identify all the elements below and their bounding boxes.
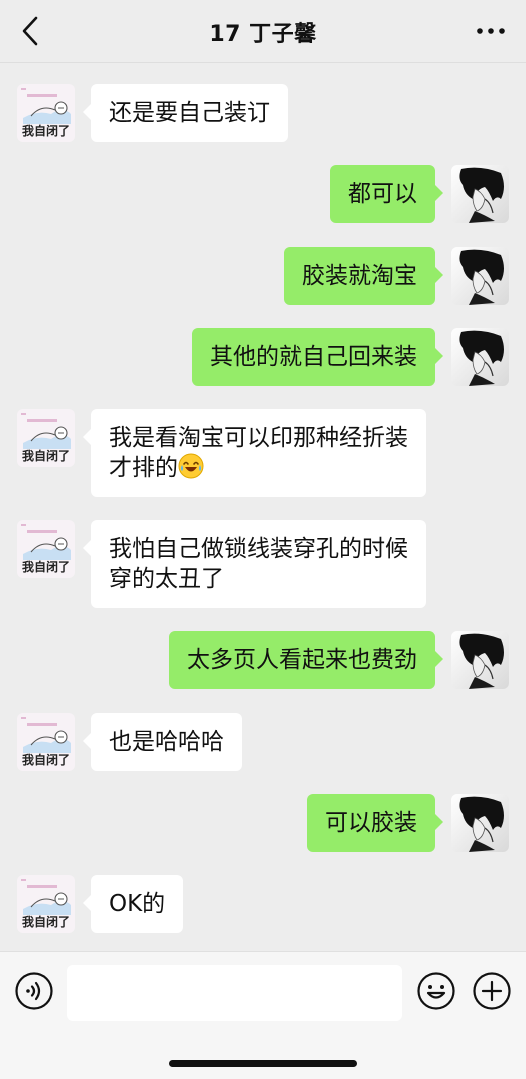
emoji-button[interactable] — [416, 971, 456, 1011]
contact-avatar-image: 我自闭了 — [17, 713, 75, 771]
self-avatar-image — [451, 631, 509, 689]
received-message-bubble[interactable]: 还是要自己装订 — [83, 84, 288, 142]
contact-avatar[interactable]: 我自闭了 — [17, 520, 75, 578]
received-message-bubble[interactable]: 我怕自己做锁线装穿孔的时候 穿的太丑了 — [83, 520, 426, 608]
message-text: 我是看淘宝可以印那种经折装 才排的 — [109, 425, 408, 481]
contact-avatar-text: 我自闭了 — [22, 914, 70, 929]
contact-avatar[interactable]: 我自闭了 — [17, 84, 75, 142]
contact-avatar-image: 我自闭了 — [17, 875, 75, 933]
contact-avatar-text: 我自闭了 — [22, 448, 70, 463]
voice-icon — [15, 972, 53, 1010]
emoji-icon — [417, 972, 455, 1010]
sent-message-bubble[interactable]: 都可以 — [330, 165, 443, 223]
contact-avatar[interactable]: 我自闭了 — [17, 875, 75, 933]
self-avatar-image — [451, 165, 509, 223]
contact-avatar[interactable]: 我自闭了 — [17, 713, 75, 771]
self-avatar[interactable] — [451, 328, 509, 386]
sent-message-bubble[interactable]: 可以胶装 — [307, 794, 443, 852]
home-indicator[interactable] — [169, 1060, 357, 1067]
chat-header: 17 丁子馨 — [0, 0, 526, 63]
voice-button[interactable] — [14, 971, 54, 1011]
contact-avatar[interactable]: 我自闭了 — [17, 409, 75, 467]
chat-title: 17 丁子馨 — [209, 22, 317, 47]
plus-button[interactable] — [472, 971, 512, 1011]
received-message-bubble[interactable]: OK的 — [82, 875, 184, 933]
self-avatar-image — [451, 328, 509, 386]
more-button[interactable] — [474, 18, 508, 44]
self-avatar-image — [451, 247, 509, 305]
contact-avatar-text: 我自闭了 — [22, 123, 70, 138]
self-avatar[interactable] — [451, 794, 509, 852]
received-message-bubble[interactable]: 我是看淘宝可以印那种经折装 才排的 — [83, 409, 426, 497]
plus-icon — [473, 972, 511, 1010]
message-input[interactable] — [67, 965, 402, 1021]
sent-message-bubble[interactable]: 太多页人看起来也费劲 — [169, 631, 443, 689]
contact-avatar-image: 我自闭了 — [17, 409, 75, 467]
self-avatar[interactable] — [451, 247, 509, 305]
contact-avatar-image: 我自闭了 — [17, 520, 75, 578]
self-avatar[interactable] — [451, 165, 509, 223]
laughing-tears-emoji-icon — [178, 453, 204, 479]
received-message-bubble[interactable]: 也是哈哈哈 — [83, 713, 242, 771]
sent-message-bubble[interactable]: 其他的就自己回来装 — [192, 328, 443, 386]
contact-avatar-image: 我自闭了 — [17, 84, 75, 142]
input-bar — [0, 951, 526, 1079]
sent-message-bubble[interactable]: 胶装就淘宝 — [284, 247, 443, 305]
contact-avatar-text: 我自闭了 — [22, 752, 70, 767]
contact-avatar-text: 我自闭了 — [22, 559, 70, 574]
message-list: 我自闭了 还是要自己装订 都可以 胶装就淘宝 其他的就自己回来装 我自闭了 我是… — [0, 63, 526, 951]
self-avatar[interactable] — [451, 631, 509, 689]
more-dots-icon — [477, 28, 505, 34]
self-avatar-image — [451, 794, 509, 852]
